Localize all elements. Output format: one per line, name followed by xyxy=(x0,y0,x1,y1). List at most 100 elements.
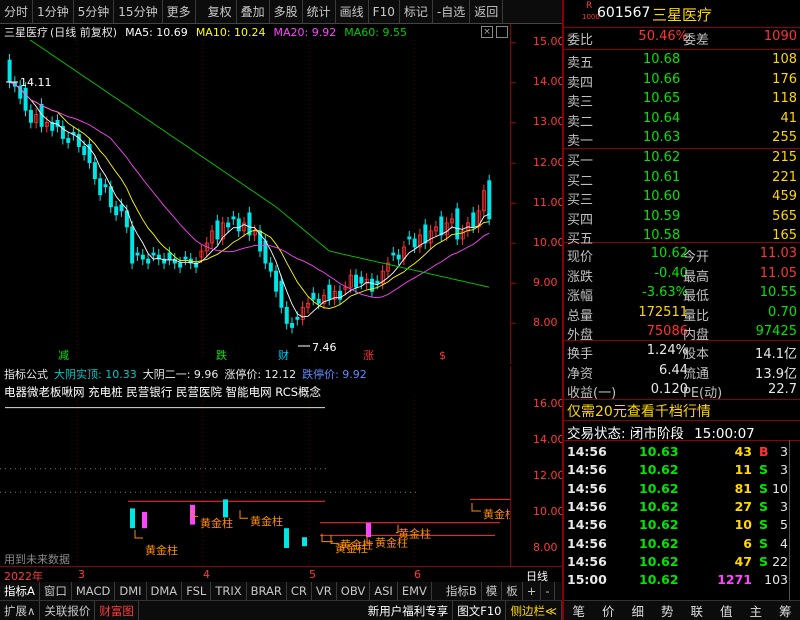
indicator-tab-8[interactable]: CR xyxy=(287,582,312,600)
wealth-chart-button[interactable]: 财富图 xyxy=(95,601,139,620)
indicator-chart[interactable]: 黄金柱黄金柱黄金柱黄金柱黄金柱黄金柱黄金柱黄金柱 xyxy=(0,366,510,576)
indicator-tab-4[interactable]: DMA xyxy=(147,582,183,600)
indicator-tab-9[interactable]: VR xyxy=(312,582,337,600)
chart-stock-name: 三星医疗 xyxy=(4,26,48,39)
indicator-tab-0[interactable]: 指标A xyxy=(0,582,40,600)
toolbar-7-button[interactable]: 多股 xyxy=(270,0,303,23)
panel-tab-3[interactable]: 势 xyxy=(661,601,674,620)
indicator-tab-2[interactable]: MACD xyxy=(72,582,116,600)
book-row-asks-2[interactable]: 卖三 10.65 118 xyxy=(567,89,800,110)
new-user-promo[interactable]: 新用户福利专享 xyxy=(364,601,454,620)
indicator-tab-3[interactable]: DMI xyxy=(115,582,147,600)
chart-restore-icon[interactable] xyxy=(496,26,508,38)
tick-row-3: 14:56 10.62 27 S 3 xyxy=(567,497,800,517)
fund-label: 换手 xyxy=(567,347,594,362)
indicator-tab-10[interactable]: OBV xyxy=(337,582,371,600)
quote-label-2: 最低 xyxy=(683,289,710,304)
panel-tab-1[interactable]: 价 xyxy=(602,601,615,620)
book-row-bids-4[interactable]: 买五 10.58 165 xyxy=(567,226,800,247)
indicator-tab-14[interactable]: 模 xyxy=(482,582,503,600)
indicator-tab-7[interactable]: BRAR xyxy=(247,582,287,600)
book-price: 10.63 xyxy=(643,130,681,145)
indicator-tab-13[interactable]: 指标B xyxy=(442,582,482,600)
f10-button[interactable]: 图文F10 xyxy=(453,601,507,620)
tick-volume: 43 xyxy=(734,444,752,459)
toolbar-6-button[interactable]: 叠加 xyxy=(237,0,270,23)
fund-label: 净资 xyxy=(567,366,594,382)
candlestick-chart[interactable]: 14.11 7.46 减 跌 财 涨 $ xyxy=(0,40,562,360)
panel-tab-0[interactable]: 笔 xyxy=(572,601,585,620)
candle-body-50 xyxy=(274,270,279,292)
candle-body-87 xyxy=(471,212,476,228)
indicator-tab-11[interactable]: ASI xyxy=(370,582,398,600)
candle-body-11 xyxy=(66,138,71,143)
quote-value: -3.63% xyxy=(642,285,688,300)
toolbar-2-button[interactable]: 5分钟 xyxy=(74,0,115,23)
book-row-bids-2[interactable]: 买三 10.60 459 xyxy=(567,187,800,208)
event-tag-0: 减 xyxy=(58,349,69,360)
quote-label: 现价 xyxy=(567,250,594,265)
gold-label-6: 黄金柱 xyxy=(398,527,431,541)
tick-volume: 10 xyxy=(734,517,752,533)
sub-bar-6 xyxy=(366,522,371,538)
book-row-asks-4[interactable]: 卖一 10.63 255 xyxy=(567,128,800,149)
fund-row-1: 净资 6.44 流通 13.9亿 xyxy=(567,361,800,382)
toolbar-12-button[interactable]: -自选 xyxy=(433,0,471,23)
toolbar-1-button[interactable]: 1分钟 xyxy=(33,0,74,23)
stock-code: 601567 xyxy=(597,5,651,21)
book-row-bids-3[interactable]: 买四 10.59 565 xyxy=(567,207,800,228)
toolbar-4-button[interactable]: 更多 xyxy=(163,0,196,23)
indicator-tab-1[interactable]: 窗口 xyxy=(40,582,72,600)
panel-tab-5[interactable]: 值 xyxy=(720,601,733,620)
panel-tab-7[interactable]: 筹 xyxy=(779,601,792,620)
high-annotation: 14.11 xyxy=(20,76,52,89)
chart-close-icon[interactable]: × xyxy=(481,26,493,38)
y-main-tick-2: 13.00 xyxy=(533,115,565,129)
indicator-tab-16[interactable]: + xyxy=(523,582,542,600)
panel-tab-2[interactable]: 细 xyxy=(631,601,644,620)
panel-tab-4[interactable]: 联 xyxy=(690,601,703,620)
quote-value-2: 0.70 xyxy=(768,304,797,320)
indicator-tab-17[interactable]: - xyxy=(541,582,555,600)
book-price: 10.66 xyxy=(643,71,681,87)
indicator-tab-12[interactable]: EMV xyxy=(398,582,432,600)
tick-time: 15:00 xyxy=(567,572,607,588)
tick-time: 14:56 xyxy=(567,553,607,569)
tick-direction: S xyxy=(759,535,769,551)
book-row-bids-0[interactable]: 买一 10.62 215 xyxy=(567,148,800,169)
book-row-bids-1[interactable]: 买二 10.61 221 xyxy=(567,168,800,189)
tick-count: 3 xyxy=(780,444,788,459)
candle-body-27 xyxy=(151,252,156,256)
toolbar-0-button[interactable]: 分时 xyxy=(0,0,34,23)
book-row-asks-1[interactable]: 卖四 10.66 176 xyxy=(567,70,800,91)
expand-button[interactable]: 扩展∧ xyxy=(0,601,41,620)
panel-tab-6[interactable]: 主 xyxy=(749,601,762,620)
sub-bar-1 xyxy=(142,512,147,529)
stock-name: 三星医疗 xyxy=(652,6,713,24)
indicator-tab-15[interactable]: 板 xyxy=(502,582,523,600)
sidebar-toggle[interactable]: 侧边栏≪ xyxy=(506,601,562,620)
related-quote-button[interactable]: 关联报价 xyxy=(40,601,96,620)
y-sub-tick-3: 10.00 xyxy=(533,505,565,518)
toolbar-5-button[interactable]: 复权 xyxy=(204,0,237,23)
toolbar-3-button[interactable]: 15分钟 xyxy=(114,0,163,23)
candle-body-23 xyxy=(130,226,135,264)
ma10-readout: MA10: 10.24 xyxy=(195,25,266,39)
indicator-tab-5[interactable]: FSL xyxy=(182,582,212,600)
book-volume: 255 xyxy=(772,130,797,145)
candle-body-24 xyxy=(135,252,140,256)
book-row-asks-0[interactable]: 卖五 10.68 108 xyxy=(567,50,800,71)
toolbar-13-button[interactable]: 返回 xyxy=(470,0,504,23)
toolbar-8-button[interactable]: 统计 xyxy=(303,0,336,23)
level2-promo[interactable]: 仅需20元查看千档行情 xyxy=(567,401,711,421)
candle-body-3 xyxy=(23,87,28,111)
toolbar-11-button[interactable]: 标记 xyxy=(400,0,433,23)
indicator-tab-6[interactable]: TRIX xyxy=(211,582,247,600)
event-tag-1: 跌 xyxy=(216,348,227,360)
tick-time: 14:56 xyxy=(567,444,607,459)
candle-body-52 xyxy=(284,306,289,324)
toolbar-10-button[interactable]: F10 xyxy=(369,0,400,23)
tick-count: 3 xyxy=(780,498,788,514)
book-row-asks-3[interactable]: 卖二 10.64 41 xyxy=(567,109,800,130)
toolbar-9-button[interactable]: 画线 xyxy=(336,0,369,23)
